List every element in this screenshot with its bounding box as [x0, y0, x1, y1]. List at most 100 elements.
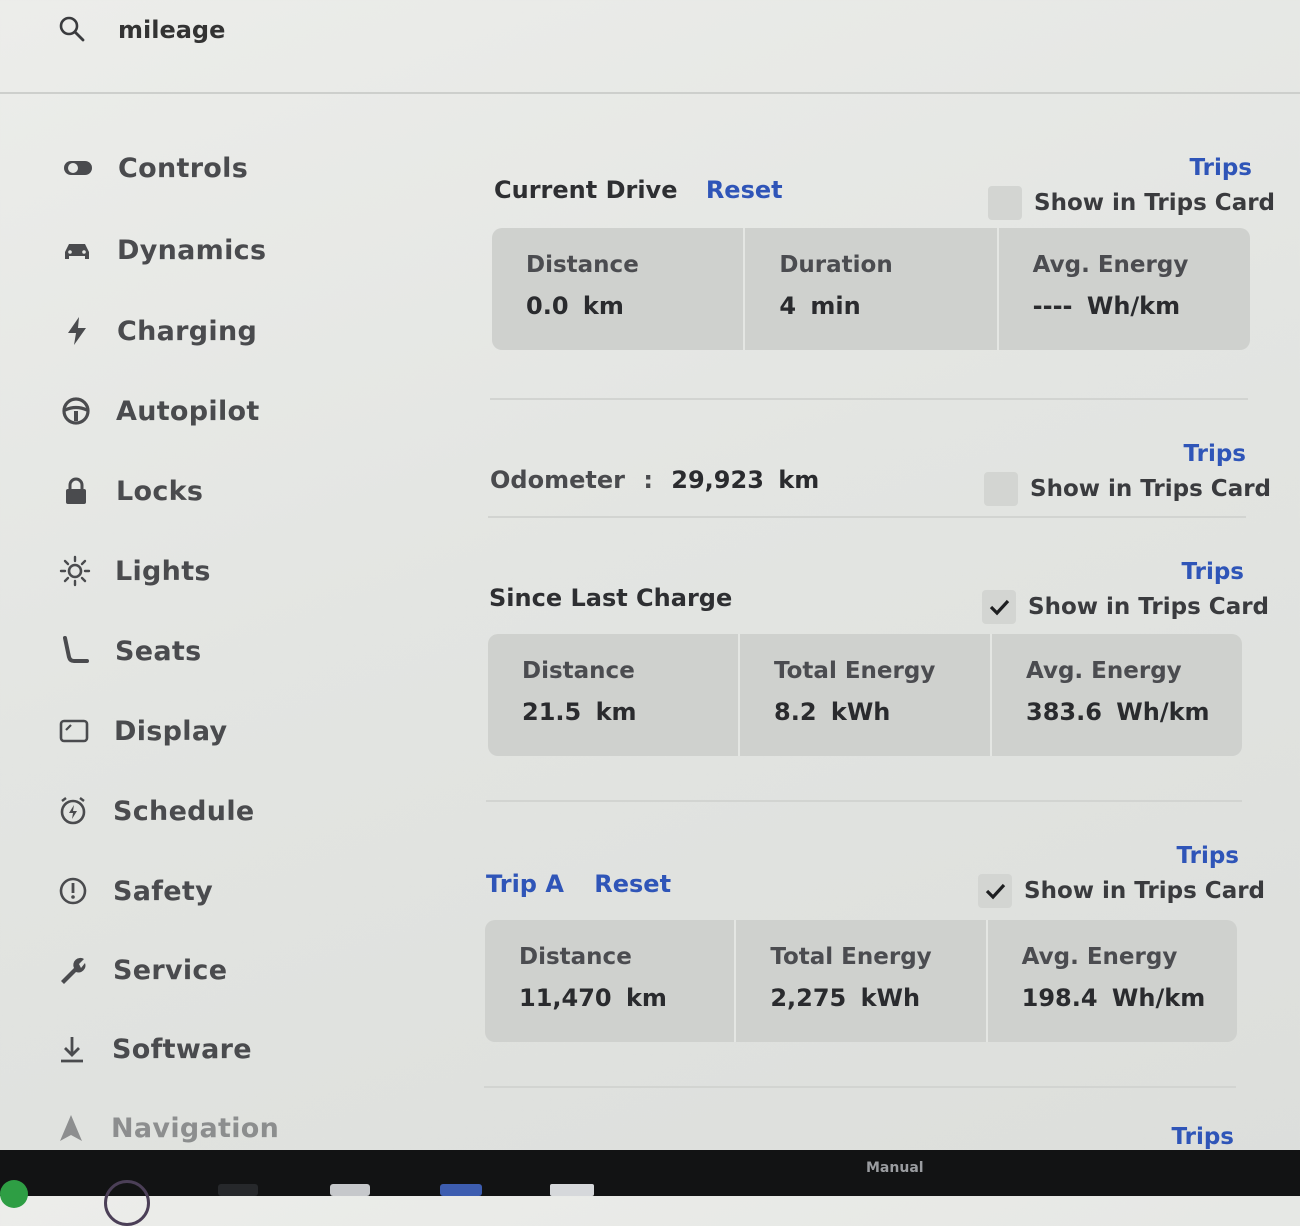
sidebar-item-navigation[interactable]: Navigation [55, 1100, 355, 1156]
stat-label: Total Energy [770, 944, 932, 970]
section-divider [484, 1086, 1236, 1088]
stat-label: Distance [522, 658, 635, 684]
app-icon[interactable] [104, 1180, 150, 1226]
show-in-trips-label: Show in Trips Card [1030, 476, 1272, 502]
stat-value: 198.4 Wh/km [1021, 984, 1206, 1012]
stat-value: 8.2 kWh [774, 698, 891, 726]
show-in-trips-label: Show in Trips Card [1034, 190, 1276, 216]
search-bar[interactable]: mileage [0, 0, 1300, 92]
sidebar-item-lights[interactable]: Lights [59, 543, 359, 599]
odometer-separator: : [643, 466, 653, 494]
search-icon [59, 16, 85, 42]
drive-mode-label: Manual [866, 1160, 924, 1176]
sidebar-item-autopilot[interactable]: Autopilot [60, 383, 360, 439]
wrench-icon [57, 954, 89, 986]
sidebar-item-charging[interactable]: Charging [61, 303, 361, 359]
trips-label: Trips [1171, 1124, 1234, 1150]
sidebar-item-seats[interactable]: Seats [59, 623, 359, 679]
stat-value: 11,470 km [519, 984, 667, 1012]
search-input[interactable]: mileage [118, 16, 225, 44]
stat-label: Distance [526, 252, 639, 278]
stat-duration: Duration 4 min [745, 228, 999, 350]
stat-value: ---- Wh/km [1032, 292, 1181, 320]
app-icon[interactable] [440, 1184, 482, 1196]
sidebar-item-safety[interactable]: Safety [57, 863, 357, 919]
trip-a-stats-card: Distance 11,470 km Total Energy 2,275 kW… [485, 920, 1237, 1042]
sidebar-item-label: Schedule [113, 795, 255, 827]
section-divider [488, 516, 1246, 518]
show-in-trips-checkbox[interactable] [988, 186, 1022, 220]
show-in-trips-checkbox[interactable] [982, 590, 1016, 624]
steering-wheel-icon [60, 395, 92, 427]
trips-label: Trips [1183, 441, 1246, 467]
stat-label: Duration [779, 252, 893, 278]
trips-label: Trips [1189, 155, 1252, 181]
toggle-icon [62, 152, 94, 184]
alert-icon [57, 875, 89, 907]
sidebar-item-controls[interactable]: Controls [62, 140, 362, 196]
stat-distance: Distance 11,470 km [485, 920, 737, 1042]
current-drive-stats-card: Distance 0.0 km Duration 4 min Avg. Ener… [492, 228, 1250, 350]
checkmark-icon [989, 599, 1010, 616]
show-in-trips-label: Show in Trips Card [1028, 594, 1270, 620]
stat-avg-energy: Avg. Energy 198.4 Wh/km [988, 920, 1237, 1042]
search-divider [0, 92, 1300, 94]
sidebar-item-service[interactable]: Service [57, 942, 357, 998]
sidebar-item-locks[interactable]: Locks [60, 463, 360, 519]
stat-label: Distance [519, 944, 632, 970]
trip-a-link[interactable]: Trip A [486, 870, 564, 898]
sidebar-item-label: Software [112, 1033, 252, 1065]
stat-total-energy: Total Energy 2,275 kWh [736, 920, 988, 1042]
reset-button[interactable]: Reset [706, 176, 783, 204]
stat-label: Avg. Energy [1026, 658, 1182, 684]
car-icon [61, 234, 93, 266]
stat-value: 2,275 kWh [770, 984, 921, 1012]
show-in-trips-toggle[interactable]: Show in Trips Card [984, 472, 1271, 506]
app-icon[interactable] [0, 1180, 28, 1208]
stat-label: Avg. Energy [1021, 944, 1178, 970]
stat-value: 0.0 km [526, 292, 624, 320]
download-icon [56, 1033, 88, 1065]
stat-value: 21.5 km [522, 698, 637, 726]
stat-avg-energy: Avg. Energy ---- Wh/km [999, 228, 1250, 350]
show-in-trips-label: Show in Trips Card [1024, 878, 1266, 904]
show-in-trips-toggle[interactable]: Show in Trips Card [988, 186, 1275, 220]
sidebar-item-label: Autopilot [116, 395, 260, 427]
seat-icon [59, 635, 91, 667]
sidebar-item-label: Display [114, 715, 228, 747]
since-last-charge-title: Since Last Charge [489, 584, 733, 612]
sidebar-item-label: Safety [113, 875, 214, 907]
stat-value: 4 min [779, 292, 861, 320]
sidebar-item-label: Seats [115, 635, 202, 667]
checkmark-icon [985, 883, 1006, 900]
show-in-trips-checkbox[interactable] [978, 874, 1012, 908]
stat-avg-energy: Avg. Energy 383.6 Wh/km [992, 634, 1242, 756]
sidebar-item-schedule[interactable]: Schedule [57, 783, 357, 839]
navigation-icon [55, 1112, 87, 1144]
odometer-value: 29,923 km [671, 466, 820, 494]
display-icon [58, 715, 90, 747]
trips-label: Trips [1181, 559, 1244, 585]
show-in-trips-checkbox[interactable] [984, 472, 1018, 506]
app-icon[interactable] [550, 1184, 594, 1196]
stat-label: Avg. Energy [1032, 252, 1189, 278]
sidebar-item-label: Charging [117, 315, 258, 347]
sidebar-item-label: Lights [115, 555, 211, 587]
section-divider [486, 800, 1242, 802]
sidebar-item-dynamics[interactable]: Dynamics [61, 222, 361, 278]
sidebar-item-software[interactable]: Software [56, 1021, 356, 1077]
reset-button[interactable]: Reset [594, 870, 671, 898]
sidebar-item-display[interactable]: Display [58, 703, 358, 759]
app-icon[interactable] [218, 1184, 258, 1196]
sidebar-item-label: Controls [118, 152, 249, 184]
show-in-trips-toggle[interactable]: Show in Trips Card [982, 590, 1269, 624]
schedule-icon [57, 795, 89, 827]
lock-icon [60, 475, 92, 507]
stat-distance: Distance 0.0 km [492, 228, 746, 350]
show-in-trips-toggle[interactable]: Show in Trips Card [978, 874, 1265, 908]
sun-icon [59, 555, 91, 587]
sidebar-item-label: Dynamics [117, 234, 267, 266]
since-last-charge-stats-card: Distance 21.5 km Total Energy 8.2 kWh Av… [488, 634, 1242, 756]
app-icon[interactable] [330, 1184, 370, 1196]
current-drive-title: Current Drive Reset [494, 176, 783, 204]
